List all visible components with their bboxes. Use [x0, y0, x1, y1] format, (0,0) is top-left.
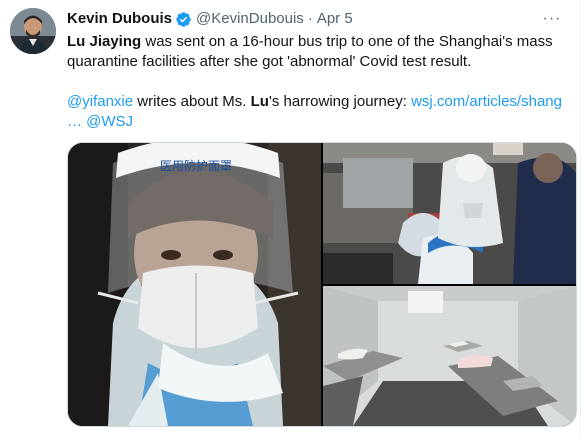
author-display-name[interactable]: Kevin Dubouis	[67, 9, 172, 29]
author-handle[interactable]: @KevinDubouis	[196, 9, 304, 29]
verified-badge-icon	[175, 11, 192, 28]
media-grid: 医用防护面罩	[67, 142, 577, 427]
header-separator: ·	[307, 10, 313, 27]
mention-link[interactable]: @yifanxie	[67, 93, 133, 110]
tweet-card[interactable]: Kevin Dubouis @KevinDubouis · Apr 5 ··· …	[0, 0, 581, 435]
tweet-paragraph-2: @yifanxie writes about Ms. Lu's harrowin…	[67, 92, 567, 132]
tweet-date[interactable]: Apr 5	[317, 9, 353, 29]
face-shield-text: 医用防护面罩	[160, 158, 232, 173]
woman-in-protective-suit-photo[interactable]: 医用防护面罩	[68, 143, 321, 426]
tweet-text-segment: writes about Ms.	[133, 93, 251, 110]
article-url-link[interactable]: wsj.com/articles/shang	[411, 93, 562, 110]
tweet-text: Lu Jiaying was sent on a 16-hour bus tri…	[67, 32, 567, 132]
bus-passengers-in-ppe-photo[interactable]	[323, 143, 576, 284]
tweet-header: Kevin Dubouis @KevinDubouis · Apr 5 ···	[67, 9, 562, 29]
subject-name: Lu Jiaying	[67, 33, 142, 50]
url-ellipsis[interactable]: …	[67, 113, 82, 130]
profile-photo-icon	[10, 8, 56, 54]
wsj-mention-link[interactable]: @WSJ	[86, 113, 133, 130]
tweet-paragraph-1: Lu Jiaying was sent on a 16-hour bus tri…	[67, 32, 567, 72]
quarantine-room-beds-photo[interactable]	[323, 286, 576, 426]
subject-surname: Lu	[250, 93, 269, 110]
author-avatar[interactable]	[10, 8, 56, 54]
more-dots-icon[interactable]: ···	[542, 9, 562, 29]
tweet-text-segment: 's harrowing journey:	[268, 93, 412, 110]
